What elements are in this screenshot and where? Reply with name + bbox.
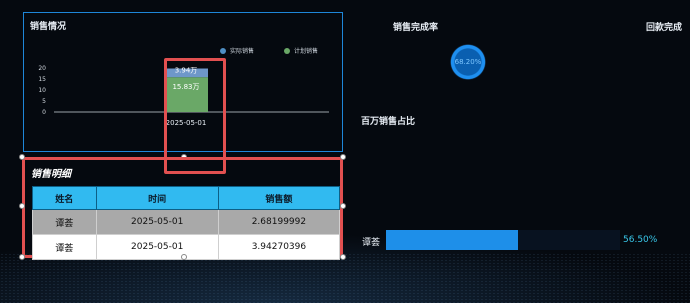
- resize-handle-middle-right[interactable]: [340, 203, 346, 209]
- collection-rate-title: 回款完成: [646, 23, 683, 33]
- column-header-amount[interactable]: 销售额: [217, 186, 341, 210]
- cell-name: 谭荟: [32, 209, 97, 235]
- share-person-name: 谭荟: [362, 238, 381, 248]
- resize-handle-top-right[interactable]: [340, 154, 346, 160]
- completion-rate-gauge: 68.20%: [450, 44, 486, 80]
- resize-handle-middle-left[interactable]: [19, 203, 25, 209]
- share-title: 百万销售占比: [361, 117, 416, 127]
- column-header-time[interactable]: 时间: [95, 186, 219, 210]
- completion-rate-value: 68.20%: [454, 58, 482, 66]
- column-header-name[interactable]: 姓名: [32, 186, 97, 210]
- completion-rate-title: 销售完成率: [393, 23, 439, 33]
- cell-time: 2025-05-01: [95, 234, 219, 260]
- cell-amount: 2.68199992: [217, 209, 341, 235]
- y-tick-label: 10: [38, 87, 46, 94]
- cell-amount: 3.94270396: [217, 234, 341, 260]
- resize-handle-bottom-center[interactable]: [181, 254, 187, 260]
- sales-detail-panel: 销售明细 姓名 时间 销售额 谭荟 2025-05-01 2.68199992 …: [22, 157, 343, 260]
- share-progress-fill: [386, 230, 519, 250]
- table-header-row: 姓名 时间 销售额: [32, 186, 341, 210]
- resize-handle-bottom-left[interactable]: [19, 254, 25, 260]
- cell-time: 2025-05-01: [95, 209, 219, 235]
- share-progress-track: [386, 230, 620, 250]
- resize-handle-top-left[interactable]: [19, 154, 25, 160]
- y-tick-label: 15: [38, 76, 46, 83]
- share-percent: 56.50%: [623, 235, 658, 245]
- cell-name: 谭荟: [32, 234, 97, 260]
- table-row[interactable]: 谭荟 2025-05-01 2.68199992: [32, 209, 341, 235]
- y-tick-label: 5: [42, 98, 46, 105]
- sales-detail-table: 姓名 时间 销售额 谭荟 2025-05-01 2.68199992 谭荟 20…: [32, 186, 341, 260]
- background-particles: [0, 253, 690, 303]
- resize-handle-bottom-right[interactable]: [340, 254, 346, 260]
- y-tick-label: 20: [38, 65, 46, 72]
- sales-detail-title: 销售明细: [31, 169, 71, 180]
- y-tick-label: 0: [42, 109, 46, 116]
